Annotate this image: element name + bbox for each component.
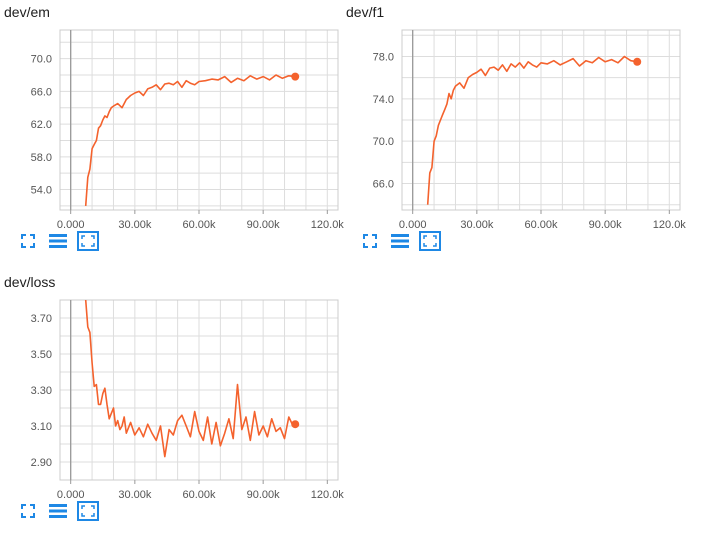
- toggle-log-icon: [391, 233, 409, 254]
- x-tick-label: 30.00k: [118, 489, 152, 501]
- expand-icon: [77, 500, 99, 526]
- chart-card-dev-f1: dev/f1 66.0 70.0 74.0 78.0 0.000 30.00k 60.00k…: [342, 0, 686, 262]
- x-tick-label: 0.000: [57, 219, 85, 231]
- x-tick-label: 60.00k: [182, 219, 216, 231]
- y-tick-label: 58.0: [31, 152, 52, 164]
- x-tick-label: 0.000: [399, 219, 427, 231]
- expand-icon: [77, 230, 99, 256]
- chart-plot: 2.90 3.10 3.30 3.50 3.70 0.000 30.00k 60.00k 90.…: [0, 294, 344, 501]
- line-chart-svg[interactable]: 66.0 70.0 74.0 78.0 0.000 30.00k 60.00k 90.00k 1…: [342, 24, 686, 231]
- chart-card-dev-em: dev/em 54.0 58.0 62.0 66.0 70.0 0.000 30.00k 60…: [0, 0, 344, 262]
- line-chart-svg[interactable]: 54.0 58.0 62.0 66.0 70.0 0.000 30.00k 60.00k 90.…: [0, 24, 344, 231]
- y-tick-label: 2.90: [31, 457, 52, 469]
- chart-card-dev-loss: dev/loss 2.90 3.10 3.30 3.50 3.70 0.000 30.00k…: [0, 270, 344, 532]
- chart-plot: 54.0 58.0 62.0 66.0 70.0 0.000 30.00k 60.00k 90.…: [0, 24, 344, 231]
- y-tick-label: 3.10: [31, 421, 52, 433]
- expand-chart-button[interactable]: [77, 230, 99, 256]
- x-tick-label: 30.00k: [460, 219, 494, 231]
- y-tick-label: 54.0: [31, 185, 52, 197]
- series-end-point: [633, 57, 642, 66]
- fit-domain-button[interactable]: [18, 233, 38, 253]
- expand-chart-button[interactable]: [77, 500, 99, 526]
- series-line: [84, 300, 296, 458]
- chart-title: dev/em: [4, 4, 50, 20]
- chart-toolbar: [18, 500, 99, 526]
- x-tick-label: 90.00k: [589, 219, 623, 231]
- expand-chart-button[interactable]: [419, 230, 441, 256]
- fit-domain-button[interactable]: [360, 233, 380, 253]
- chart-title: dev/loss: [4, 274, 56, 290]
- x-tick-label: 120.0k: [653, 219, 687, 231]
- fit-domain-icon: [21, 503, 35, 523]
- y-tick-label: 66.0: [31, 86, 52, 98]
- y-tick-label: 66.0: [373, 179, 394, 191]
- y-tick-label: 3.50: [31, 349, 52, 361]
- x-tick-label: 60.00k: [524, 219, 558, 231]
- expand-icon: [419, 230, 441, 256]
- fit-domain-icon: [363, 233, 377, 253]
- y-tick-label: 3.70: [31, 313, 52, 325]
- x-tick-label: 90.00k: [247, 219, 281, 231]
- y-tick-label: 3.30: [31, 385, 52, 397]
- y-tick-label: 70.0: [31, 54, 52, 66]
- toggle-log-scale-button[interactable]: [390, 233, 410, 253]
- series-end-point: [291, 420, 300, 429]
- chart-toolbar: [360, 230, 441, 256]
- toggle-log-icon: [49, 503, 67, 524]
- line-chart-svg[interactable]: 2.90 3.10 3.30 3.50 3.70 0.000 30.00k 60.00k 90.…: [0, 294, 344, 501]
- fit-domain-button[interactable]: [18, 503, 38, 523]
- chart-title: dev/f1: [346, 4, 385, 20]
- x-tick-label: 90.00k: [247, 489, 281, 501]
- y-tick-label: 62.0: [31, 119, 52, 131]
- chart-plot: 66.0 70.0 74.0 78.0 0.000 30.00k 60.00k 90.00k 1…: [342, 24, 686, 231]
- y-tick-label: 78.0: [373, 51, 394, 63]
- x-tick-label: 120.0k: [311, 219, 345, 231]
- fit-domain-icon: [21, 233, 35, 253]
- x-tick-label: 0.000: [57, 489, 85, 501]
- series-line: [426, 55, 638, 205]
- series-end-point: [291, 72, 300, 81]
- toggle-log-scale-button[interactable]: [48, 503, 68, 523]
- x-tick-label: 120.0k: [311, 489, 345, 501]
- toggle-log-icon: [49, 233, 67, 254]
- y-tick-label: 70.0: [373, 136, 394, 148]
- chart-toolbar: [18, 230, 99, 256]
- x-tick-label: 60.00k: [182, 489, 216, 501]
- x-tick-label: 30.00k: [118, 219, 152, 231]
- y-tick-label: 74.0: [373, 94, 394, 106]
- toggle-log-scale-button[interactable]: [48, 233, 68, 253]
